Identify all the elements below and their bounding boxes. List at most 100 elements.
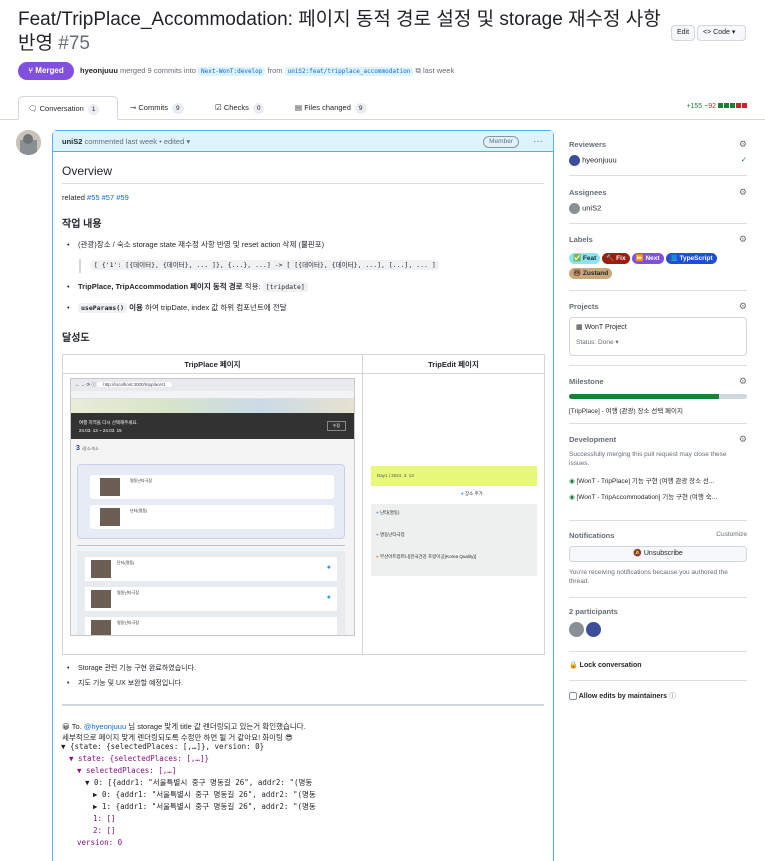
gear-icon[interactable]: ⚙ bbox=[739, 301, 747, 312]
projects-section: Projects ⚙ ▦ WonT Project Status: Done ▾ bbox=[569, 301, 747, 356]
gear-icon[interactable]: ⚙ bbox=[739, 376, 747, 387]
divider bbox=[569, 290, 747, 291]
label-chip[interactable]: ⏩ Next bbox=[631, 253, 664, 264]
bell-slash-icon: 🔕 bbox=[633, 550, 642, 557]
chevron-down-icon: ▾ bbox=[615, 339, 619, 346]
divider bbox=[569, 651, 747, 652]
project-card[interactable]: ▦ WonT Project Status: Done ▾ bbox=[569, 317, 747, 356]
gear-icon[interactable]: ⚙ bbox=[739, 187, 747, 198]
reviewer-row[interactable]: hyeonjuuu ✓ bbox=[569, 155, 747, 166]
edit-button[interactable]: Edit bbox=[671, 25, 696, 41]
tab-commits[interactable]: ⊸ Commits 9 bbox=[130, 96, 184, 120]
tab-conversation[interactable]: 🗨 Conversation 1 bbox=[18, 96, 118, 120]
label-chip[interactable]: 🔨 Fix bbox=[602, 253, 630, 264]
console-line: ▼ selectedPlaces: [,…] bbox=[77, 766, 177, 775]
assignees-section: Assignees ⚙ uniS2 bbox=[569, 187, 747, 214]
milestone-label: Milestone bbox=[569, 377, 604, 386]
development-label: Development bbox=[569, 435, 617, 444]
tab-checks-label: Checks bbox=[223, 103, 249, 112]
chevron-down-icon[interactable]: ▾ bbox=[186, 137, 190, 146]
divider bbox=[77, 545, 345, 546]
count-row: 3 /장소/숙소 bbox=[71, 439, 354, 452]
reviewers-label: Reviewers bbox=[569, 140, 607, 149]
avatar[interactable] bbox=[586, 622, 602, 637]
member-badge: Member bbox=[483, 136, 519, 148]
list-item[interactable]: 명동난타극장 ● bbox=[85, 587, 337, 611]
comment-meta: commented last week • edited bbox=[84, 137, 185, 146]
allow-edits-label: Allow edits by maintainers bbox=[578, 693, 667, 700]
list-item[interactable]: ● 난타(명동) bbox=[376, 510, 400, 516]
avatar bbox=[569, 203, 580, 214]
kebab-menu-icon[interactable]: ··· bbox=[533, 131, 543, 152]
linked-issue[interactable]: ◉ [WonT - TripAccommodation] 기능 구현 (여행 숙… bbox=[569, 491, 747, 501]
tripplace-screenshot-cell: ← → ⟳ ⓘ http://localhost:3000/tripplace/… bbox=[62, 373, 363, 655]
console-line: ▼ state: {selectedPlaces: [,…]} bbox=[69, 754, 209, 763]
list-item[interactable]: 난타(명동) bbox=[90, 505, 334, 529]
assignees-label: Assignees bbox=[569, 188, 607, 197]
tab-checks-count: 0 bbox=[252, 103, 265, 114]
place-count: 3 bbox=[76, 445, 80, 452]
head-branch[interactable]: uniS2:feat/tripplace_accommodation bbox=[284, 67, 414, 76]
list-item[interactable]: 명동난타극장 bbox=[90, 475, 334, 499]
gear-icon[interactable]: ⚙ bbox=[739, 234, 747, 245]
lock-label: Lock conversation bbox=[579, 662, 642, 669]
tab-files-changed[interactable]: ▤ Files changed 9 bbox=[295, 96, 367, 120]
notifications-label: Notifications bbox=[569, 531, 615, 540]
add-place[interactable]: ● 장소 추가 bbox=[461, 491, 483, 497]
issue2-title: [WonT - TripAccommodation] 기능 구현 (여행 숙..… bbox=[576, 494, 718, 501]
base-branch[interactable]: Next-WonT:develop bbox=[197, 67, 266, 76]
list-item[interactable]: 단티(명동) ● bbox=[85, 557, 337, 581]
work-heading: 작업 내용 bbox=[62, 219, 102, 230]
label-chip[interactable]: 🐻 Zustand bbox=[569, 268, 613, 279]
assignees-heading: Assignees ⚙ bbox=[569, 187, 747, 198]
comment-header: uniS2 commented last week • edited ▾ Mem… bbox=[53, 131, 553, 152]
pr-author[interactable]: hyeonjuuu bbox=[80, 66, 118, 75]
project-status[interactable]: Status: Done ▾ bbox=[576, 338, 740, 346]
tab-checks[interactable]: ☑ Checks 0 bbox=[215, 96, 265, 120]
file-diff-icon: ▤ bbox=[295, 103, 303, 112]
add-place-label: 장소 추가 bbox=[464, 491, 483, 496]
commenter-avatar[interactable] bbox=[16, 130, 41, 155]
banner-edit-button[interactable]: 수정 bbox=[326, 421, 346, 431]
customize-link[interactable]: Customize bbox=[716, 531, 747, 538]
assignee-row[interactable]: uniS2 bbox=[569, 203, 747, 214]
linked-issue[interactable]: ◉ [WonT - TripPlace] 기능 구현 (여행 관광 장소 선..… bbox=[569, 475, 747, 485]
issue-link-59[interactable]: #59 bbox=[116, 193, 129, 202]
label-chip[interactable]: ✅ Feat bbox=[569, 253, 601, 264]
milestone-name[interactable]: [TripPlace] - 여행 (관광) 장소 선택 페이지 bbox=[569, 405, 747, 415]
milestone-progress bbox=[569, 394, 747, 399]
allow-edits-checkbox[interactable] bbox=[569, 692, 577, 701]
pr-tabs: 🗨 Conversation 1 ⊸ Commits 9 ☑ Checks 0 ▤ F… bbox=[0, 96, 765, 120]
merged-label: Merged bbox=[35, 66, 64, 75]
issue-closed-icon: ◉ bbox=[569, 478, 575, 485]
help-icon[interactable]: ⓘ bbox=[669, 693, 676, 700]
gear-icon[interactable]: ⚙ bbox=[739, 139, 747, 150]
console-line: ▶ 0: {addr1: "서울특별시 중구 명동길 26", addr2: "… bbox=[93, 790, 316, 799]
code-button[interactable]: <> Code ▾ bbox=[697, 25, 746, 41]
list-item[interactable]: ● 명동난타극장 bbox=[376, 532, 405, 538]
avatar[interactable] bbox=[569, 622, 584, 637]
copy-icon[interactable]: ⧉ bbox=[416, 66, 421, 75]
lock-conversation[interactable]: 🔒 Lock conversation bbox=[569, 661, 642, 669]
pin-icon: ● bbox=[376, 532, 379, 537]
issue-link-55[interactable]: #55 bbox=[87, 193, 100, 202]
unsubscribe-button[interactable]: 🔕 Unsubscribe bbox=[569, 546, 747, 562]
project-name: WonT Project bbox=[584, 324, 627, 331]
gear-icon[interactable]: ⚙ bbox=[739, 434, 747, 445]
label-chip[interactable]: 📘 TypeScript bbox=[665, 253, 717, 264]
merged-badge: ⑂ Merged bbox=[18, 62, 74, 80]
tripedit-screenshot: Day1 | 2024. 3. 13 ● 장소 추가 ● 난타(명동) ● 명동… bbox=[363, 374, 544, 654]
list-item[interactable]: ● 부산아트컴퍼니[한국건강 프랑이공(Korea Quality)] bbox=[376, 554, 476, 560]
diff-additions: +155 bbox=[686, 103, 703, 110]
divider bbox=[569, 520, 747, 521]
mention-link[interactable]: @hyeonjuuu bbox=[84, 722, 126, 731]
issue-link-57[interactable]: #57 bbox=[102, 193, 115, 202]
allow-edits: Allow edits by maintainers ⓘ bbox=[569, 691, 676, 701]
labels-heading: Labels ⚙ bbox=[569, 234, 747, 245]
list-item[interactable]: 명동난타극장 bbox=[85, 617, 337, 635]
notification-reason: You're receiving notifications because y… bbox=[569, 569, 728, 585]
console-output: ▼ {state: {selectedPlaces: [,…]}, versio… bbox=[61, 741, 541, 849]
tab-commits-count: 9 bbox=[171, 103, 184, 114]
tab-conversation-label: Conversation bbox=[39, 104, 84, 113]
comment-author[interactable]: uniS2 bbox=[62, 137, 82, 146]
